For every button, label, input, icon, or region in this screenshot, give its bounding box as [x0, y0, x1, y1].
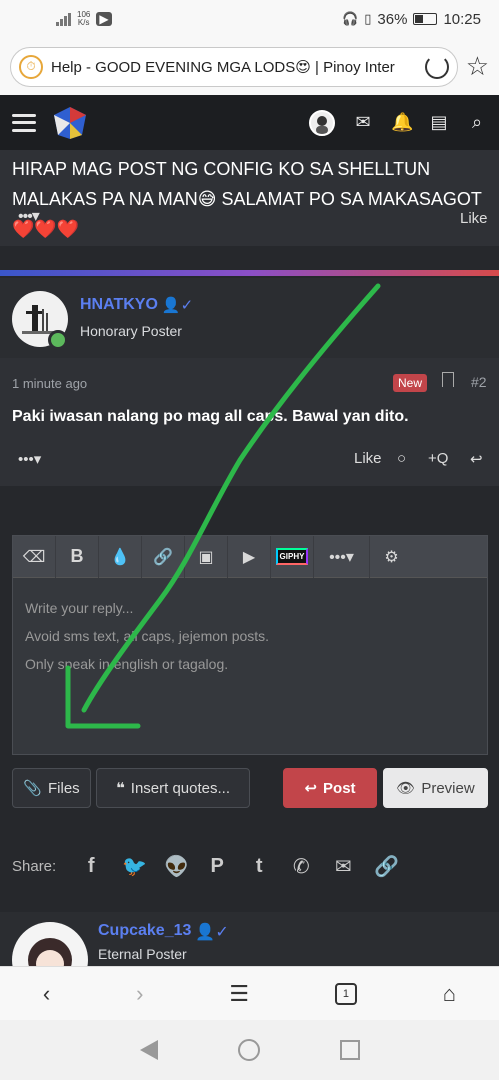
reply-icon[interactable]: ↩ [470, 450, 483, 468]
url-text[interactable]: Help - GOOD EVENING MGA LODS😍 | Pinoy In… [51, 58, 417, 76]
reload-icon[interactable] [424, 54, 449, 79]
settings-gear-icon[interactable]: ⚙ [370, 536, 413, 578]
pinterest-icon[interactable]: P [206, 855, 228, 878]
user-title: Eternal Poster [98, 946, 187, 962]
username-link[interactable]: HNATKYO 👤✓ [80, 296, 193, 314]
like-button[interactable]: Like [354, 450, 382, 467]
browser-bottom-nav: ‹ › ☰ 1 ⌂ [0, 966, 499, 1020]
system-recents-icon[interactable] [339, 1040, 360, 1060]
verified-user-icon: 👤✓ [161, 297, 194, 314]
previous-post-text: HIRAP MAG POST NG CONFIG KO SA SHELLTUN … [12, 159, 482, 239]
status-bar: 106 K/s ▶ 🎧 ▯ 36% 10:25 [0, 0, 499, 38]
email-icon[interactable]: ✉ [332, 854, 354, 879]
battery-percent: 36% [377, 10, 408, 28]
verified-user-icon: 👤✓ [195, 924, 229, 941]
post-message: Paki iwasan nalang po mag all caps. Bawa… [12, 408, 409, 425]
more-options-button[interactable]: •••▾ [18, 206, 40, 226]
online-status-icon [48, 330, 68, 350]
giphy-icon[interactable]: GIPHY [271, 535, 314, 578]
like-button[interactable]: Like [460, 210, 488, 227]
placeholder-line: Only speak in english or tagalog. [25, 656, 229, 672]
system-navigation-bar [0, 1020, 499, 1080]
tabs-icon[interactable]: 1 [334, 982, 357, 1005]
tumblr-icon[interactable]: t [248, 855, 270, 878]
user-title: Honorary Poster [80, 323, 182, 339]
forward-icon[interactable]: › [136, 981, 143, 1007]
bell-icon[interactable]: 🔔 [391, 112, 413, 133]
document-icon[interactable]: ▤ [429, 112, 449, 133]
vibrate-icon: ▯ [364, 11, 372, 26]
placeholder-line: Write your reply... [25, 600, 134, 616]
youtube-notification-icon: ▶ [96, 12, 112, 26]
site-info-icon[interactable]: ⏱ [19, 54, 43, 79]
bold-icon[interactable]: B [56, 535, 99, 578]
post-divider [0, 270, 499, 276]
facebook-icon[interactable]: f [80, 855, 102, 878]
reply-editor: ⌫ B 💧 🔗 ▣ ▶ GIPHY •••▾ ⚙ Write your repl… [12, 535, 488, 755]
home-icon[interactable]: ⌂ [443, 981, 456, 1007]
post-timestamp[interactable]: 1 minute ago [12, 376, 87, 391]
post-actions: •••▾ Like ○ +Q ↩ [0, 450, 499, 472]
insert-quotes-button[interactable]: ❝ Insert quotes... [96, 768, 250, 808]
headphones-icon: 🎧 [342, 11, 359, 26]
image-icon[interactable]: ▣ [185, 535, 228, 578]
post-button[interactable]: ↩ Post [283, 768, 377, 808]
multi-quote-button[interactable]: +Q [428, 450, 448, 467]
user-avatar[interactable] [309, 109, 335, 136]
mail-icon[interactable]: ✉ [353, 112, 373, 133]
quote-icon: ❝ [115, 780, 125, 797]
video-icon[interactable]: ▶ [228, 535, 271, 578]
share-label: Share: [12, 857, 57, 875]
placeholder-line: Avoid sms text, all caps, jejemon posts. [25, 628, 270, 644]
eraser-icon[interactable]: ⌫ [13, 535, 56, 578]
link-icon[interactable]: 🔗 [142, 535, 185, 578]
paperclip-icon: 📎 [23, 780, 42, 797]
site-navbar: ✉ 🔔 ▤ ⌕ [0, 95, 499, 150]
more-options-button[interactable]: •••▾ [18, 450, 41, 468]
new-badge: New [393, 374, 428, 392]
site-logo[interactable] [52, 105, 88, 141]
network-speed: 106 K/s [77, 10, 91, 27]
preview-button[interactable]: 👁 Preview [383, 768, 488, 808]
system-home-icon[interactable] [237, 1039, 260, 1061]
menu-icon[interactable] [12, 113, 36, 132]
reddit-icon[interactable]: 👽 [164, 854, 189, 879]
menu-icon[interactable]: ☰ [229, 981, 249, 1007]
previous-post: HIRAP MAG POST NG CONFIG KO SA SHELLTUN … [0, 142, 499, 246]
share-bar: Share: f 🐦 👽 P t ✆ ✉ 🔗 [12, 851, 488, 881]
browser-url-bar: ⏱ Help - GOOD EVENING MGA LODS😍 | Pinoy … [0, 38, 499, 95]
bookmark-star-icon[interactable]: ☆ [466, 51, 489, 82]
color-drop-icon[interactable]: 💧 [99, 535, 142, 578]
battery-icon [413, 13, 438, 25]
post-author-header: HNATKYO 👤✓ Honorary Poster [0, 278, 499, 358]
post-body: 1 minute ago New #2 Paki iwasan nalang p… [0, 358, 499, 486]
files-button[interactable]: 📎 Files [12, 768, 91, 808]
twitter-icon[interactable]: 🐦 [122, 854, 147, 879]
editor-toolbar: ⌫ B 💧 🔗 ▣ ▶ GIPHY •••▾ ⚙ [13, 535, 487, 578]
post-number-link[interactable]: #2 [471, 374, 487, 390]
avatar[interactable] [12, 922, 88, 972]
bookmark-icon[interactable] [442, 372, 454, 387]
whatsapp-icon[interactable]: ✆ [290, 854, 312, 879]
signal-icon [56, 12, 71, 26]
system-back-icon[interactable] [139, 1040, 158, 1060]
next-post-header: Cupcake_13 👤✓ Eternal Poster [0, 912, 499, 972]
reply-textarea[interactable]: Write your reply... Avoid sms text, all … [13, 578, 487, 694]
clock: 10:25 [443, 10, 481, 28]
back-icon[interactable]: ‹ [43, 981, 50, 1007]
search-icon[interactable]: ⌕ [467, 112, 487, 133]
url-field[interactable]: ⏱ Help - GOOD EVENING MGA LODS😍 | Pinoy … [10, 46, 458, 87]
username-link[interactable]: Cupcake_13 👤✓ [98, 922, 229, 942]
reply-arrow-icon: ↩ [304, 780, 318, 797]
more-options-icon[interactable]: •••▾ [314, 535, 370, 578]
link-icon[interactable]: 🔗 [374, 854, 399, 879]
eye-icon: 👁 [396, 780, 416, 797]
reply-comment-icon[interactable]: ○ [397, 450, 406, 467]
editor-button-row: 📎 Files ❝ Insert quotes... ↩ Post 👁 Preview [12, 768, 488, 808]
